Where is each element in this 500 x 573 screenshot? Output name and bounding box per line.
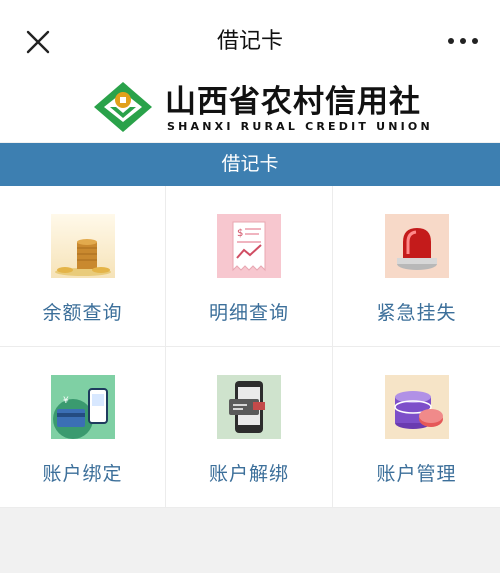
- section-title-bar: 借记卡: [0, 143, 500, 186]
- tile-label: 账户绑定: [42, 463, 123, 485]
- alarm-light-icon: [384, 214, 449, 278]
- tile-label: 明细查询: [208, 302, 289, 324]
- top-navbar: 借记卡: [0, 0, 500, 80]
- more-icon[interactable]: [446, 32, 480, 50]
- tile-emergency-loss-report[interactable]: 紧急挂失: [333, 186, 500, 347]
- brand-header: 山西省农村信用社 SHANXI RURAL CREDIT UNION: [0, 70, 500, 142]
- brand-name-en: SHANXI RURAL CREDIT UNION: [167, 120, 433, 133]
- tile-label: 余额查询: [42, 302, 123, 324]
- tile-account-unbinding[interactable]: 账户解绑: [166, 347, 333, 508]
- card-phone-bind-icon: ¥: [50, 375, 115, 439]
- tile-account-management[interactable]: 账户管理: [333, 347, 500, 508]
- tile-balance-inquiry[interactable]: 余额查询: [0, 186, 166, 347]
- svg-text:$: $: [237, 228, 243, 239]
- receipt-icon: $: [217, 214, 281, 278]
- function-grid: 余额查询 $ 明细查询 紧急挂失 ¥ 账户绑定 账户解绑 账户管理: [0, 186, 500, 508]
- coins-icon: [50, 214, 115, 278]
- tile-account-binding[interactable]: ¥ 账户绑定: [0, 347, 166, 508]
- tile-detail-inquiry[interactable]: $ 明细查询: [166, 186, 333, 347]
- tile-label: 账户管理: [376, 463, 457, 485]
- tile-label: 紧急挂失: [376, 302, 457, 324]
- database-manage-icon: [384, 375, 449, 439]
- page-title: 借记卡: [216, 29, 283, 54]
- shanxi-rcu-logo-icon: [94, 82, 152, 132]
- tile-label: 账户解绑: [208, 463, 289, 485]
- svg-text:¥: ¥: [63, 396, 69, 406]
- phone-card-unbind-icon: [217, 375, 281, 439]
- empty-footer-area: [0, 508, 500, 573]
- brand-name-cn: 山西省农村信用社: [165, 84, 421, 120]
